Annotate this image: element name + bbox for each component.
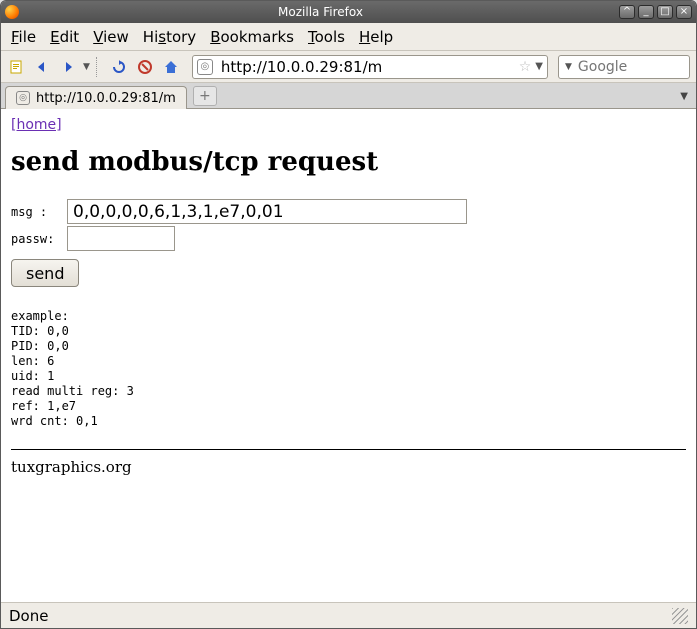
- send-button[interactable]: send: [11, 259, 79, 287]
- reload-button[interactable]: [108, 56, 130, 78]
- horizontal-rule: [11, 449, 686, 450]
- menu-view[interactable]: View: [93, 28, 129, 46]
- page-favicon: ◎: [197, 59, 213, 75]
- search-input[interactable]: [576, 58, 697, 76]
- tab-bar: ◎ http://10.0.0.29:81/m + ▼: [1, 83, 696, 109]
- menu-history[interactable]: History: [143, 28, 196, 46]
- url-input[interactable]: [219, 57, 515, 77]
- stop-button[interactable]: [134, 56, 156, 78]
- new-tab-button-tabbar[interactable]: +: [193, 86, 217, 106]
- minimize-button[interactable]: _: [638, 5, 654, 19]
- window-title: Mozilla Firefox: [25, 5, 616, 19]
- tab-active[interactable]: ◎ http://10.0.0.29:81/m: [5, 86, 187, 109]
- status-bar: Done: [1, 602, 696, 628]
- navigation-toolbar: ▼ ◎ ☆ ▼ G ▼ 🔍: [1, 51, 696, 83]
- arrow-right-icon: [60, 59, 76, 75]
- url-dropdown-icon[interactable]: ▼: [535, 61, 543, 72]
- arrow-left-icon: [34, 59, 50, 75]
- passw-label: passw:: [11, 232, 67, 246]
- menu-edit[interactable]: Edit: [50, 28, 79, 46]
- bookmark-star-icon[interactable]: ☆: [519, 59, 532, 75]
- menu-help[interactable]: Help: [359, 28, 393, 46]
- titlebar: Mozilla Firefox ^ _ □ ×: [1, 1, 696, 23]
- url-bar[interactable]: ◎ ☆ ▼: [192, 55, 548, 79]
- example-text: example: TID: 0,0 PID: 0,0 len: 6 uid: 1…: [11, 309, 686, 429]
- page-footer: tuxgraphics.org: [11, 458, 686, 476]
- tab-label: http://10.0.0.29:81/m: [36, 91, 176, 106]
- forward-button[interactable]: [57, 56, 79, 78]
- search-bar[interactable]: G ▼ 🔍: [558, 55, 690, 79]
- shade-button[interactable]: ^: [619, 5, 635, 19]
- page-content: [home] send modbus/tcp request msg : pas…: [1, 109, 696, 602]
- firefox-icon: [5, 5, 19, 19]
- history-dropdown-icon[interactable]: ▼: [83, 62, 90, 72]
- toolbar-separator: [96, 57, 102, 77]
- tab-list-dropdown-icon[interactable]: ▼: [680, 91, 688, 102]
- resize-grip[interactable]: [672, 608, 688, 624]
- menu-tools[interactable]: Tools: [308, 28, 345, 46]
- page-heading: send modbus/tcp request: [11, 147, 686, 177]
- msg-input[interactable]: [67, 199, 467, 224]
- close-button[interactable]: ×: [676, 5, 692, 19]
- document-icon: [8, 59, 24, 75]
- back-button[interactable]: [31, 56, 53, 78]
- home-link[interactable]: [home]: [11, 117, 62, 133]
- menubar: File Edit View History Bookmarks Tools H…: [1, 23, 696, 51]
- tab-favicon: ◎: [16, 91, 30, 105]
- passw-input[interactable]: [67, 226, 175, 251]
- stop-icon: [138, 60, 152, 74]
- reload-icon: [111, 59, 127, 75]
- home-button[interactable]: [160, 56, 182, 78]
- menu-file[interactable]: File: [11, 28, 36, 46]
- maximize-button[interactable]: □: [657, 5, 673, 19]
- home-icon: [163, 59, 179, 75]
- status-text: Done: [9, 607, 48, 625]
- new-tab-button[interactable]: [5, 56, 27, 78]
- search-engine-dropdown-icon[interactable]: ▼: [565, 62, 572, 72]
- menu-bookmarks[interactable]: Bookmarks: [210, 28, 294, 46]
- browser-window: Mozilla Firefox ^ _ □ × File Edit View H…: [0, 0, 697, 629]
- msg-label: msg :: [11, 205, 67, 219]
